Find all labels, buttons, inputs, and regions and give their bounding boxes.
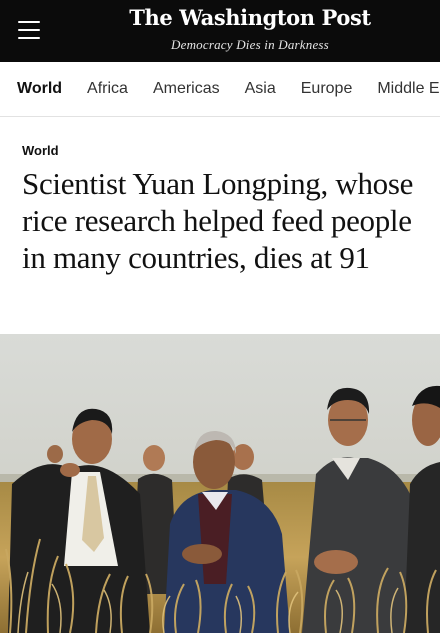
article-headline: Scientist Yuan Longping, whose rice rese…	[22, 166, 414, 275]
nav-item-asia[interactable]: Asia	[245, 80, 276, 98]
hamburger-menu-icon[interactable]	[18, 21, 40, 39]
site-header: The Washington Post Democracy Dies in Da…	[0, 0, 440, 62]
article-kicker[interactable]: World	[22, 143, 59, 158]
nav-item-world[interactable]: World	[17, 80, 62, 98]
masthead-logo[interactable]: The Washington Post	[60, 5, 440, 30]
section-nav: World Africa Americas Asia Europe Middle…	[0, 62, 440, 117]
tagline: Democracy Dies in Darkness	[171, 37, 329, 52]
nav-item-middle-east[interactable]: Middle East	[377, 80, 440, 98]
nav-item-europe[interactable]: Europe	[301, 80, 353, 98]
nav-item-americas[interactable]: Americas	[153, 80, 220, 98]
article-photo	[0, 334, 440, 633]
nav-item-africa[interactable]: Africa	[87, 80, 128, 98]
